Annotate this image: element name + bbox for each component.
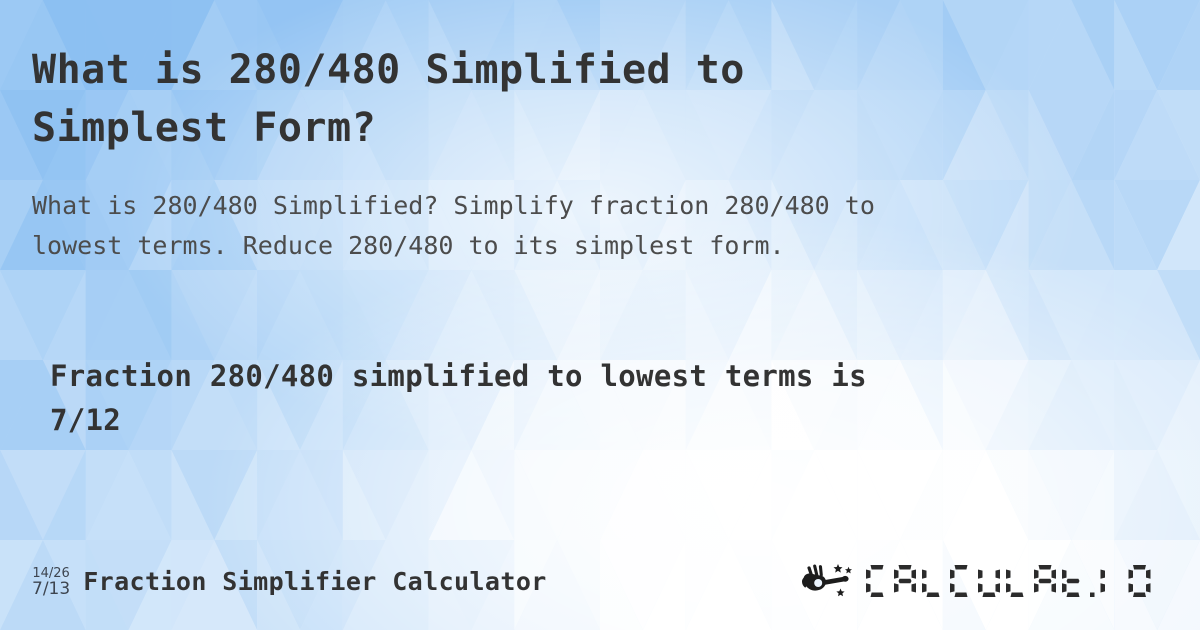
- fraction-reduce-icon-denominator: 7/13: [32, 578, 71, 599]
- answer-statement: Fraction 280/480 simplified to lowest te…: [50, 354, 1170, 442]
- page-subtitle-line-2: lowest terms. Reduce 280/480 to its simp…: [32, 231, 785, 260]
- answer-statement-line-1: Fraction 280/480 simplified to lowest te…: [50, 359, 867, 393]
- page-title-line-2: Simplest Form?: [32, 105, 377, 151]
- site-logo[interactable]: [799, 560, 1168, 604]
- fraction-reduce-icon: 14/26 7/13: [32, 565, 70, 598]
- footer-title: Fraction Simplifier Calculator: [83, 567, 547, 597]
- calculatio-wordmark: [866, 565, 1151, 597]
- page-title-line-1: What is 280/480 Simplified to: [32, 47, 745, 93]
- page-subtitle: What is 280/480 Simplified? Simplify fra…: [32, 186, 1152, 266]
- footer: 14/26 7/13 Fraction Simplifier Calculato…: [0, 556, 1200, 608]
- footer-brand: 14/26 7/13 Fraction Simplifier Calculato…: [32, 565, 547, 598]
- content-layer: What is 280/480 Simplified to Simplest F…: [0, 0, 1200, 630]
- answer-value: 7/12: [50, 403, 122, 438]
- magic-wand-hand-icon: [801, 564, 852, 597]
- page-title: What is 280/480 Simplified to Simplest F…: [32, 41, 1162, 157]
- page-subtitle-line-1: What is 280/480 Simplified? Simplify fra…: [32, 191, 875, 220]
